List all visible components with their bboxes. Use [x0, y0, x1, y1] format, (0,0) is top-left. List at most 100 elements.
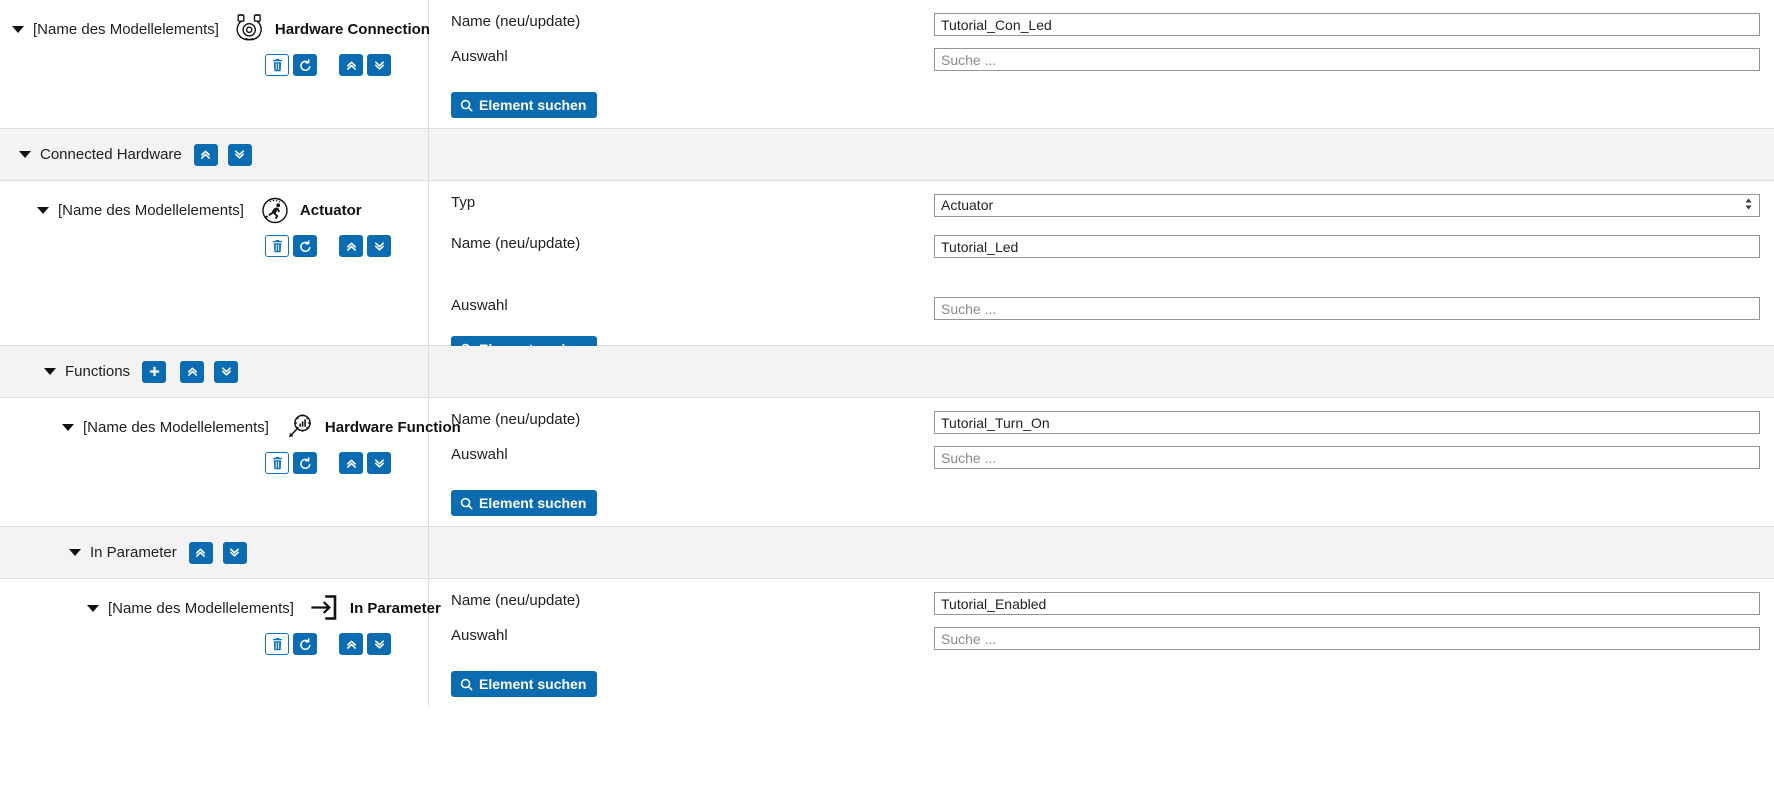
collapse-all-icon-button[interactable] — [180, 360, 205, 383]
caret-down-icon[interactable] — [37, 206, 49, 214]
hardware-connection-tree-cell: [Name des Modellelements] Hardware Conne… — [0, 0, 430, 128]
collapse-all-icon-button[interactable] — [193, 143, 218, 166]
in-parameter-section-header: In Parameter — [69, 527, 428, 578]
auswahl-input-cell — [934, 446, 1774, 469]
element-type-label: In Parameter — [349, 599, 441, 617]
caret-down-icon[interactable] — [12, 25, 24, 33]
hardware-function-form: Name (neu/update) Auswahl Element suchen — [429, 398, 1774, 526]
typ-select[interactable]: Actuator — [934, 194, 1760, 217]
collapse-all-icon-button[interactable] — [339, 452, 363, 474]
undo-icon-button[interactable] — [293, 633, 317, 655]
model-element-name: [Name des Modellelements] — [83, 418, 269, 436]
collapse-all-icon-button[interactable] — [339, 235, 363, 257]
auswahl-search-input[interactable] — [934, 48, 1760, 71]
name-input-cell — [934, 411, 1774, 434]
add-function-button[interactable] — [142, 360, 167, 383]
caret-down-icon[interactable] — [69, 549, 81, 556]
in-parameter-actions — [87, 633, 428, 669]
typ-select-value[interactable]: Actuator — [934, 194, 1760, 217]
name-label: Name (neu/update) — [451, 13, 581, 30]
collapse-all-icon-button[interactable] — [188, 541, 213, 564]
hardware-connection-actions — [12, 54, 428, 90]
form-row-name: Name (neu/update) — [429, 217, 1774, 258]
hardware-function-tree-cell: [Name des Modellelements] Hardware Funct… — [0, 398, 461, 526]
section-title: Connected Hardware — [40, 146, 182, 163]
name-input[interactable] — [934, 592, 1760, 615]
model-element-name: [Name des Modellelements] — [33, 20, 219, 38]
undo-icon-button[interactable] — [293, 452, 317, 474]
auswahl-search-input[interactable] — [934, 297, 1760, 320]
actuator-header: [Name des Modellelements] Actuator — [37, 181, 428, 227]
form-row-name: Name (neu/update) — [429, 0, 1774, 36]
actuator-actions — [37, 235, 428, 271]
connected-hardware-section-spacer — [429, 129, 1774, 180]
name-label: Name (neu/update) — [451, 411, 581, 428]
in-parameter-form: Name (neu/update) Auswahl Element suchen — [429, 579, 1774, 707]
connected-hardware-section-cell: Connected Hardware — [0, 129, 429, 180]
expand-all-icon-button[interactable] — [227, 143, 252, 166]
expand-all-icon-button[interactable] — [367, 452, 391, 474]
hardware-function-header: [Name des Modellelements] Hardware Funct… — [62, 398, 461, 444]
trash-icon-button[interactable] — [265, 633, 289, 655]
expand-all-icon-button[interactable] — [367, 633, 391, 655]
in-parameter-section-cell: In Parameter — [0, 527, 429, 578]
trash-icon-button[interactable] — [265, 235, 289, 257]
form-row-auswahl: Auswahl — [429, 615, 1774, 650]
hardware-connection-header: [Name des Modellelements] Hardware Conne… — [12, 0, 430, 46]
name-input[interactable] — [934, 411, 1760, 434]
collapse-all-icon-button[interactable] — [339, 633, 363, 655]
expand-all-icon-button[interactable] — [222, 541, 247, 564]
hardware-function-actions — [62, 452, 428, 488]
functions-section: Functions — [0, 346, 1774, 398]
name-label: Name (neu/update) — [451, 592, 581, 609]
typ-label: Typ — [451, 194, 476, 211]
element-search-button[interactable]: Element suchen — [451, 92, 598, 118]
expand-all-icon-button[interactable] — [214, 360, 239, 383]
name-input[interactable] — [934, 13, 1760, 36]
element-search-button[interactable]: Element suchen — [451, 671, 598, 697]
element-type-label: Actuator — [299, 201, 362, 219]
trash-icon-button[interactable] — [265, 452, 289, 474]
trash-icon-button[interactable] — [265, 54, 289, 76]
auswahl-label: Auswahl — [451, 297, 508, 314]
hardware-connection-block: [Name des Modellelements] Hardware Conne… — [0, 0, 1774, 129]
form-row-name: Name (neu/update) — [429, 579, 1774, 615]
form-row-auswahl: Auswahl — [429, 434, 1774, 469]
auswahl-input-cell — [934, 627, 1774, 650]
magnifier-icon — [460, 678, 473, 691]
undo-icon-button[interactable] — [293, 235, 317, 257]
caret-down-icon[interactable] — [19, 151, 31, 158]
auswahl-search-input[interactable] — [934, 627, 1760, 650]
magnifier-icon — [460, 99, 473, 112]
element-search-button[interactable]: Element suchen — [451, 490, 598, 516]
hardware-model-editor: [Name des Modellelements] Hardware Conne… — [0, 0, 1774, 794]
functions-section-header: Functions — [44, 346, 428, 397]
model-element-name: [Name des Modellelements] — [108, 599, 294, 617]
in-parameter-icon — [308, 591, 342, 625]
typ-select-cell: Actuator — [934, 194, 1774, 217]
name-input[interactable] — [934, 235, 1760, 258]
name-input-cell — [934, 235, 1774, 258]
caret-down-icon[interactable] — [87, 604, 99, 612]
actuator-tree-cell: [Name des Modellelements] Actuator — [0, 181, 429, 345]
form-row-auswahl: Auswahl — [429, 258, 1774, 320]
magnifier-icon — [460, 497, 473, 510]
name-input-cell — [934, 592, 1774, 615]
undo-icon-button[interactable] — [293, 54, 317, 76]
hardware-connection-icon — [233, 12, 267, 46]
functions-section-cell: Functions — [0, 346, 429, 397]
in-parameter-tree-cell: [Name des Modellelements] In Parameter — [0, 579, 441, 707]
connected-hardware-section-header: Connected Hardware — [19, 129, 428, 180]
auswahl-search-input[interactable] — [934, 446, 1760, 469]
expand-all-icon-button[interactable] — [367, 235, 391, 257]
caret-down-icon[interactable] — [44, 368, 56, 375]
expand-all-icon-button[interactable] — [367, 54, 391, 76]
name-input-cell — [934, 13, 1774, 36]
auswahl-label: Auswahl — [451, 627, 508, 644]
actuator-block: [Name des Modellelements] Actuator Typ A… — [0, 181, 1774, 362]
section-title: Functions — [65, 363, 131, 380]
collapse-all-icon-button[interactable] — [339, 54, 363, 76]
element-type-label: Hardware Connection — [274, 20, 430, 38]
caret-down-icon[interactable] — [62, 423, 74, 431]
in-parameter-header: [Name des Modellelements] In Parameter — [87, 579, 441, 625]
